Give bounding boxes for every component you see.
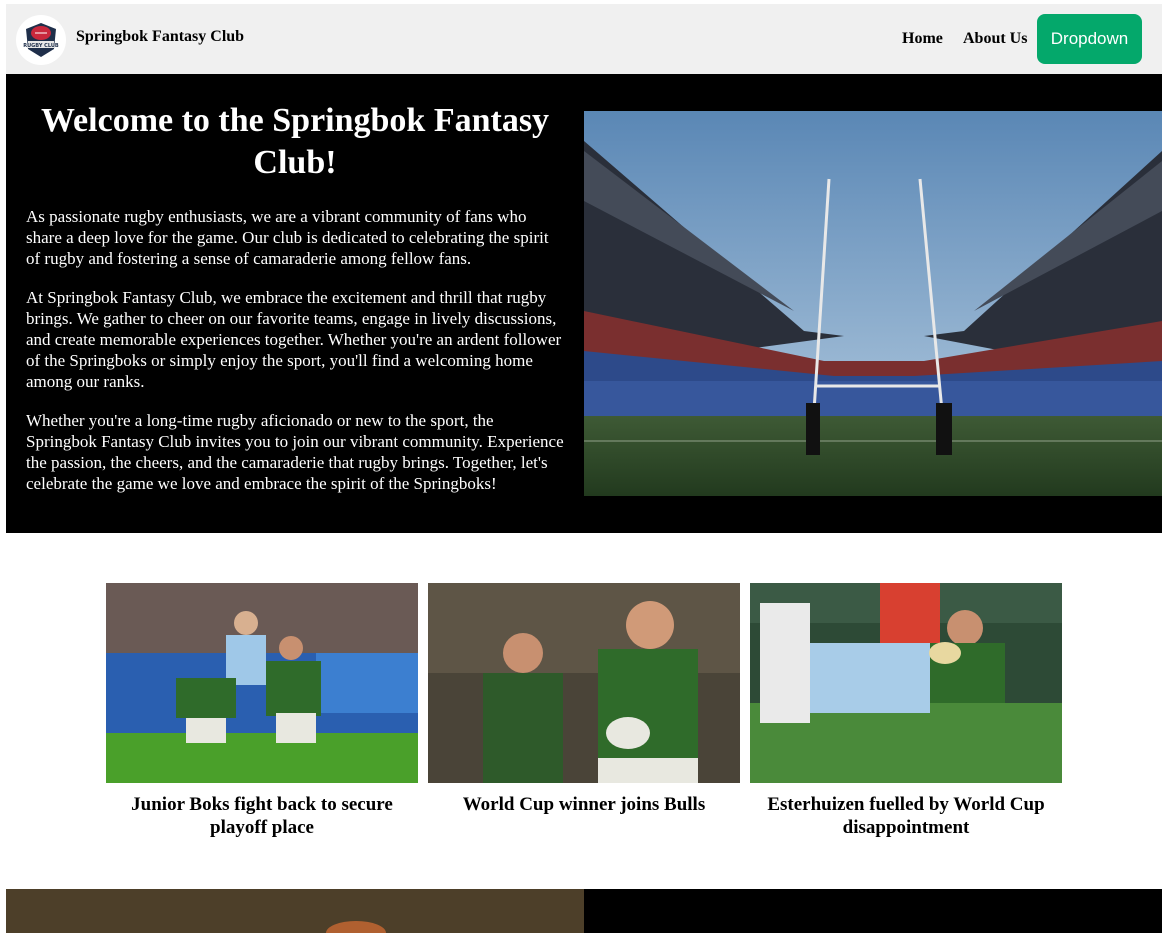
- logo-text: RUGBY CLUB: [23, 43, 59, 49]
- news-title[interactable]: World Cup winner joins Bulls: [428, 793, 740, 816]
- nav-link-about-us[interactable]: About Us: [963, 30, 1027, 48]
- hero-title: Welcome to the Springbok Fantasy Club!: [40, 102, 550, 181]
- news-title[interactable]: Esterhuizen fuelled by World Cup disappo…: [750, 793, 1062, 839]
- bottom-section: [6, 889, 1162, 933]
- news-card[interactable]: Junior Boks fight back to secure playoff…: [106, 583, 418, 839]
- player-photo: [6, 889, 584, 933]
- hero-paragraph: As passionate rugby enthusiasts, we are …: [26, 207, 549, 268]
- navbar: RUGBY CLUB Springbok Fantasy Club Home A…: [6, 4, 1162, 74]
- hero-paragraph: At Springbok Fantasy Club, we embrace th…: [26, 288, 562, 391]
- hero-text: As passionate rugby enthusiasts, we are …: [26, 206, 566, 512]
- hero-section: Welcome to the Springbok Fantasy Club! A…: [6, 74, 1162, 533]
- nav-link-home[interactable]: Home: [902, 30, 943, 48]
- news-image-junior-boks[interactable]: [106, 583, 418, 783]
- news-card[interactable]: World Cup winner joins Bulls: [428, 583, 740, 816]
- brand-name[interactable]: Springbok Fantasy Club: [76, 28, 244, 46]
- stadium-image: [584, 111, 1162, 496]
- news-image-esterhuizen[interactable]: [750, 583, 1062, 783]
- club-logo[interactable]: RUGBY CLUB: [16, 15, 66, 65]
- news-card[interactable]: Esterhuizen fuelled by World Cup disappo…: [750, 583, 1062, 839]
- news-title[interactable]: Junior Boks fight back to secure playoff…: [106, 793, 418, 839]
- dropdown-button[interactable]: Dropdown: [1037, 14, 1142, 64]
- news-image-bulls[interactable]: [428, 583, 740, 783]
- hero-paragraph: Whether you're a long-time rugby aficion…: [26, 411, 564, 493]
